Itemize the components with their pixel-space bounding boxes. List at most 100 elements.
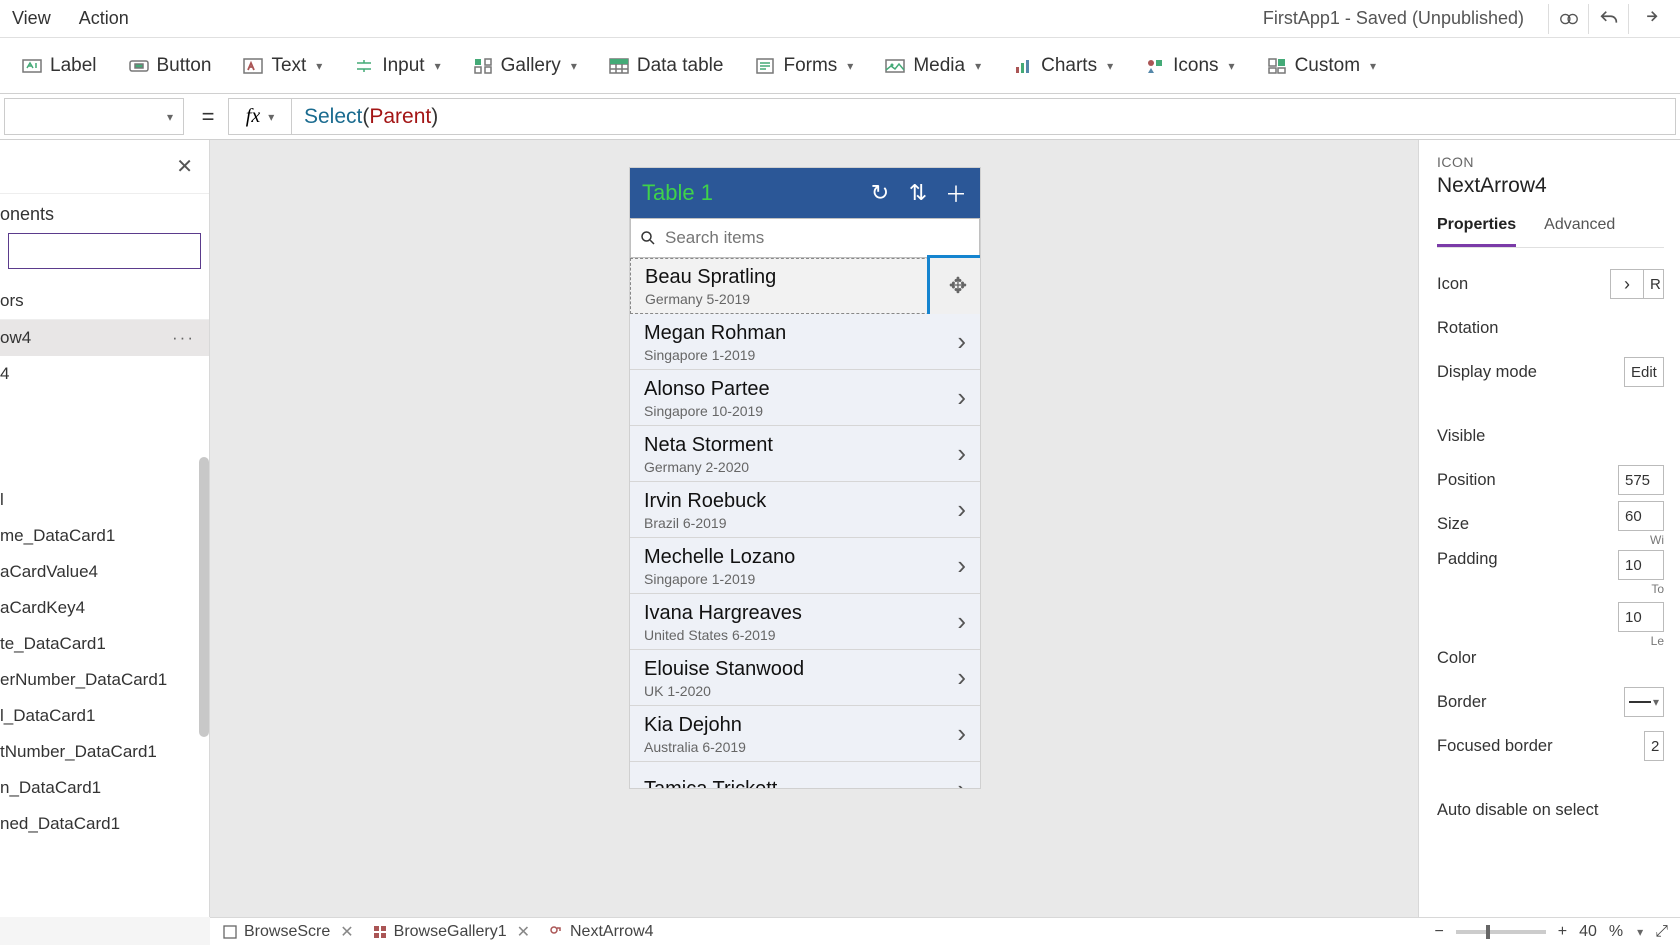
chevron-right-icon[interactable]: › (957, 550, 966, 581)
ribbon-text-label: Text (271, 55, 306, 77)
focusedborder-input[interactable]: 2 (1644, 731, 1664, 761)
chevron-right-icon[interactable]: › (957, 494, 966, 525)
chevron-right-icon[interactable]: › (957, 382, 966, 413)
size-width-sublabel: Wi (1618, 533, 1664, 547)
zoom-in-icon[interactable]: + (1558, 923, 1567, 941)
gallery-item[interactable]: Irvin RoebuckBrazil 6-2019› (630, 482, 980, 538)
item-title: Alonso Partee (644, 377, 957, 401)
ribbon-input[interactable]: Input ▾ (340, 49, 454, 83)
tree-item[interactable]: aCardValue4 (0, 554, 209, 590)
chevron-down-icon[interactable]: ▾ (1637, 925, 1643, 939)
tree-item[interactable]: aCardKey4 (0, 590, 209, 626)
tree-item[interactable]: ors (0, 283, 209, 320)
gallery-item[interactable]: Elouise StanwoodUK 1-2020› (630, 650, 980, 706)
ribbon-text[interactable]: Text ▾ (229, 49, 336, 83)
breadcrumb-control[interactable]: NextArrow4 (548, 923, 654, 941)
tree-item[interactable]: l_DataCard1 (0, 698, 209, 734)
chevron-right-icon[interactable]: › (957, 662, 966, 693)
gallery-item[interactable]: Mechelle LozanoSingapore 1-2019› (630, 538, 980, 594)
ribbon-gallery[interactable]: Gallery ▾ (459, 49, 591, 83)
tree-item[interactable]: n_DataCard1 (0, 770, 209, 806)
item-subtitle: UK 1-2020 (644, 683, 957, 699)
ribbon-label[interactable]: Label (8, 49, 111, 83)
tree-search-input[interactable] (8, 233, 201, 269)
tree-item[interactable]: me_DataCard1 (0, 518, 209, 554)
chevron-right-icon[interactable]: › (957, 774, 966, 788)
tree-item[interactable]: 4 (0, 356, 209, 392)
ribbon-data-table[interactable]: Data table (595, 49, 738, 83)
sort-icon[interactable]: ⇅ (906, 180, 930, 206)
tree-list: ors ow4 ··· 4 l me_DataCard1 aCardValue4… (0, 277, 209, 917)
refresh-icon[interactable]: ↻ (868, 180, 892, 206)
breadcrumb-screen[interactable]: BrowseScre ✕ (222, 922, 354, 942)
displaymode-value[interactable]: Edit (1624, 357, 1664, 387)
fx-button[interactable]: fx ▾ (228, 98, 292, 135)
more-icon[interactable]: ··· (172, 328, 195, 348)
tree-item[interactable]: ned_DataCard1 (0, 806, 209, 842)
size-width-input[interactable]: 60 (1618, 501, 1664, 531)
gallery-item[interactable]: Megan RohmanSingapore 1-2019› (630, 314, 980, 370)
search-box[interactable] (630, 218, 980, 258)
tree-item[interactable]: erNumber_DataCard1 (0, 662, 209, 698)
ribbon-charts[interactable]: Charts ▾ (999, 49, 1127, 83)
prop-visible-label: Visible (1437, 427, 1485, 446)
tree-item[interactable]: tNumber_DataCard1 (0, 734, 209, 770)
formula-arg: Parent (369, 105, 431, 129)
gallery-item[interactable]: Beau Spratling Germany 5-2019 ✥ (630, 258, 980, 314)
close-icon[interactable]: ✕ (176, 154, 193, 179)
close-icon[interactable]: ✕ (517, 922, 530, 942)
add-icon[interactable]: ＋ (944, 177, 968, 209)
scrollbar[interactable] (199, 457, 209, 737)
ribbon-custom-label: Custom (1295, 55, 1360, 77)
tree-item[interactable]: l (0, 482, 209, 518)
menu-action[interactable]: Action (79, 8, 129, 29)
chevron-down-icon: ▾ (316, 59, 322, 73)
redo-icon[interactable] (1628, 4, 1668, 34)
item-title: Neta Storment (644, 433, 957, 457)
ribbon-button[interactable]: Button (115, 49, 226, 83)
chevron-right-icon[interactable]: › (957, 326, 966, 357)
border-style[interactable]: ▾ (1624, 687, 1664, 717)
ribbon-forms-label: Forms (783, 55, 837, 77)
control-name[interactable]: NextArrow4 (1437, 174, 1664, 198)
app-checker-icon[interactable] (1548, 4, 1588, 34)
ribbon-media[interactable]: Media ▾ (871, 49, 995, 83)
gallery-item[interactable]: Ivana HargreavesUnited States 6-2019› (630, 594, 980, 650)
ribbon-icons[interactable]: Icons ▾ (1131, 49, 1248, 83)
ribbon-label-text: Label (50, 55, 97, 77)
tree-item[interactable]: te_DataCard1 (0, 626, 209, 662)
undo-icon[interactable] (1588, 4, 1628, 34)
ribbon-forms[interactable]: Forms ▾ (741, 49, 867, 83)
design-canvas[interactable]: Table 1 ↻ ⇅ ＋ Beau Spratling Germany 5-2… (210, 140, 1418, 917)
position-x-input[interactable]: 575 (1618, 465, 1664, 495)
components-tab[interactable]: onents (0, 194, 209, 225)
item-title: Irvin Roebuck (644, 489, 957, 513)
icon-value[interactable]: R (1644, 269, 1664, 299)
gallery-item[interactable]: Kia DejohnAustralia 6-2019› (630, 706, 980, 762)
zoom-out-icon[interactable]: − (1434, 923, 1443, 941)
menu-view[interactable]: View (12, 8, 51, 29)
tree-item-selected[interactable]: ow4 ··· (0, 320, 209, 356)
property-selector[interactable]: ▾ (4, 98, 184, 135)
gallery-item[interactable]: Alonso ParteeSingapore 10-2019› (630, 370, 980, 426)
formula-input[interactable]: Select(Parent) (292, 98, 1676, 135)
search-input[interactable] (665, 228, 971, 248)
gallery-item[interactable]: Neta Storment Germany 2-2020› (630, 426, 980, 482)
popout-icon[interactable]: ⤢ (1655, 923, 1668, 941)
ribbon-custom[interactable]: Custom ▾ (1253, 49, 1391, 83)
tab-advanced[interactable]: Advanced (1544, 212, 1615, 247)
tab-properties[interactable]: Properties (1437, 212, 1516, 247)
chevron-right-icon[interactable]: › (957, 718, 966, 749)
selected-next-arrow[interactable]: ✥ (927, 255, 980, 317)
close-icon[interactable]: ✕ (340, 922, 353, 942)
breadcrumb-gallery[interactable]: BrowseGallery1 ✕ (372, 922, 530, 942)
icon-preview[interactable]: › (1610, 269, 1644, 299)
chevron-right-icon[interactable]: › (957, 438, 966, 469)
chevron-right-icon[interactable]: › (957, 606, 966, 637)
app-preview: Table 1 ↻ ⇅ ＋ Beau Spratling Germany 5-2… (630, 168, 980, 788)
zoom-slider[interactable] (1456, 930, 1546, 934)
gallery-item[interactable]: Tamica Trickett› (630, 762, 980, 788)
item-subtitle: Germany 5-2019 (645, 291, 965, 307)
padding-top-input[interactable]: 10 (1618, 550, 1664, 580)
item-subtitle: Germany 2-2020 (644, 459, 957, 475)
